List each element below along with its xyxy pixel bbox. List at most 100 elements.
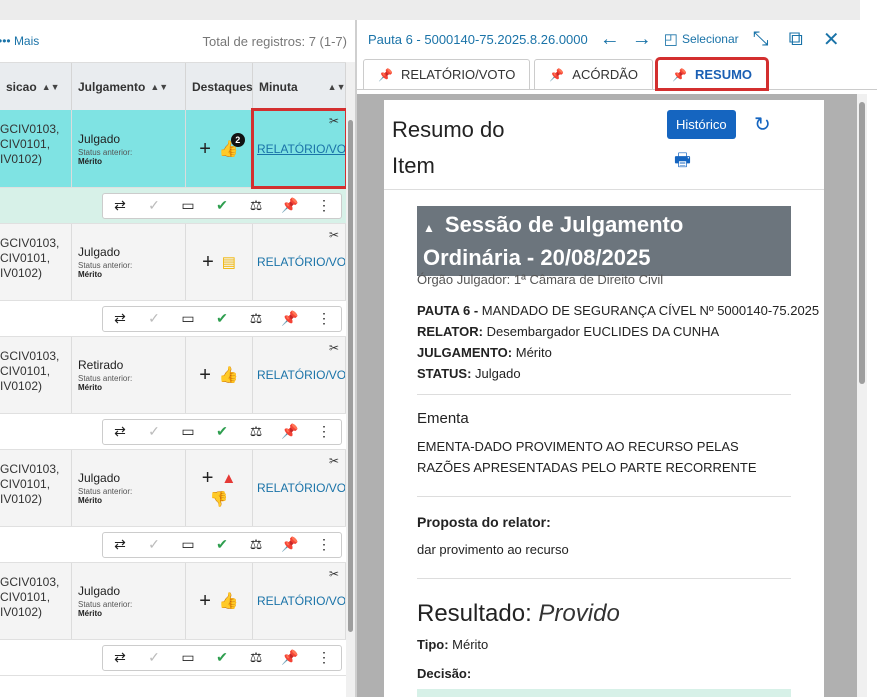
thumbs-down-icon[interactable]: 👎 xyxy=(186,490,252,508)
scrollbar-thumb[interactable] xyxy=(348,120,353,632)
scrollbar-thumb[interactable] xyxy=(859,102,865,384)
minuta-link-text[interactable]: RELATÓRIO/VOTO xyxy=(257,481,345,495)
monitor-icon[interactable]: ▭ xyxy=(171,423,205,440)
mais-link[interactable]: ••• Mais xyxy=(0,34,39,48)
col-header-posicao[interactable]: sicao ▲▼ xyxy=(0,63,72,110)
sort-icon[interactable]: ▲▼ xyxy=(150,82,168,92)
pin-icon[interactable]: 📌 xyxy=(273,310,307,327)
card-header: Resumo do Item Histórico ↻ 🖶 xyxy=(384,100,824,190)
sort-icon[interactable]: ▲▼ xyxy=(328,82,346,92)
relator-value: Desembargador EUCLIDES DA CUNHA xyxy=(486,324,720,339)
scissors-icon[interactable]: ✂ xyxy=(329,341,339,355)
scissors-icon[interactable]: ✂ xyxy=(329,228,339,242)
swap-icon[interactable]: ⇄ xyxy=(103,536,137,553)
swap-icon[interactable]: ⇄ xyxy=(103,197,137,214)
add-highlight-icon[interactable]: + xyxy=(202,468,214,488)
julgamento-value: Mérito xyxy=(515,345,552,360)
more-vertical-icon[interactable]: ⋮ xyxy=(307,649,341,666)
gavel-icon[interactable]: ⚖ xyxy=(239,649,273,666)
selecionar-button[interactable]: Selecionar xyxy=(682,32,739,46)
divider xyxy=(417,496,791,497)
refresh-icon[interactable]: ↻ xyxy=(754,112,771,137)
pin-icon[interactable]: 📌 xyxy=(273,197,307,214)
verified-icon[interactable]: ✔ xyxy=(205,423,239,440)
monitor-icon[interactable]: ▭ xyxy=(171,197,205,214)
print-icon[interactable]: 🖶 xyxy=(674,148,691,178)
expand-icon[interactable]: ⤡ xyxy=(753,28,769,51)
table-row[interactable]: GCIV0103, CIV0101, IV0102) Julgado Statu… xyxy=(0,450,346,527)
check-icon[interactable]: ✓ xyxy=(137,649,171,666)
scissors-icon[interactable]: ✂ xyxy=(329,567,339,581)
thumbs-up-icon[interactable]: 👍 xyxy=(219,591,239,611)
monitor-icon[interactable]: ▭ xyxy=(171,536,205,553)
check-icon[interactable]: ✓ xyxy=(137,197,171,214)
action-group: ⇄ ✓ ▭ ✔ ⚖ 📌 ⋮ xyxy=(102,305,342,332)
check-icon[interactable]: ✓ xyxy=(137,536,171,553)
select-icon[interactable]: ◰ xyxy=(664,30,678,48)
warning-icon[interactable]: ▲ xyxy=(221,470,236,487)
scissors-icon[interactable]: ✂ xyxy=(329,454,339,468)
more-vertical-icon[interactable]: ⋮ xyxy=(307,423,341,440)
table-row[interactable]: GCIV0103, CIV0101, IV0102) Julgado Statu… xyxy=(0,563,346,640)
pin-icon[interactable]: 📌 xyxy=(273,536,307,553)
minuta-link[interactable]: ✂ RELATÓRIO/VOTO xyxy=(253,450,346,526)
thumbs-up-icon[interactable]: 👍 xyxy=(219,365,239,385)
add-highlight-icon[interactable]: + xyxy=(199,365,211,385)
left-scrollbar[interactable] xyxy=(346,62,355,697)
minuta-link-text[interactable]: RELATÓRIO/VOTO xyxy=(257,255,345,269)
sort-icon[interactable]: ▲▼ xyxy=(42,82,60,92)
gavel-icon[interactable]: ⚖ xyxy=(239,197,273,214)
add-highlight-icon[interactable]: + xyxy=(202,252,214,272)
monitor-icon[interactable]: ▭ xyxy=(171,310,205,327)
scissors-icon[interactable]: ✂ xyxy=(329,114,339,128)
verified-icon[interactable]: ✔ xyxy=(205,649,239,666)
verified-icon[interactable]: ✔ xyxy=(205,310,239,327)
tab-acordao[interactable]: 📌 ACÓRDÃO xyxy=(534,59,654,89)
minuta-link-text[interactable]: RELATÓRIO/VOTO xyxy=(257,142,345,156)
monitor-icon[interactable]: ▭ xyxy=(171,649,205,666)
proposta-heading: Proposta do relator: xyxy=(417,514,551,530)
arrow-left-icon[interactable]: ← xyxy=(600,28,620,51)
table-row[interactable]: GCIV0103, CIV0101, IV0102) Julgado Statu… xyxy=(0,108,348,189)
table-row[interactable]: GCIV0103, CIV0101, IV0102) Retirado Stat… xyxy=(0,337,346,414)
table-body: GCIV0103, CIV0101, IV0102) Julgado Statu… xyxy=(0,108,348,676)
minuta-link[interactable]: ✂ RELATÓRIO/VOTO xyxy=(251,108,348,189)
more-vertical-icon[interactable]: ⋮ xyxy=(307,536,341,553)
minuta-link[interactable]: ✂ RELATÓRIO/VOTO xyxy=(253,337,346,413)
tab-resumo[interactable]: 📌 RESUMO xyxy=(655,57,770,91)
add-highlight-icon[interactable]: + xyxy=(199,591,211,611)
more-vertical-icon[interactable]: ⋮ xyxy=(307,310,341,327)
historico-button[interactable]: Histórico xyxy=(667,110,736,139)
col-header-destaques[interactable]: Destaques xyxy=(186,63,253,110)
verified-icon[interactable]: ✔ xyxy=(205,197,239,214)
minuta-link-text[interactable]: RELATÓRIO/VOTO xyxy=(257,594,345,608)
session-header[interactable]: ▲ Sessão de Julgamento Ordinária - 20/08/2… xyxy=(417,206,791,276)
open-external-icon[interactable]: ⧉ xyxy=(789,28,803,51)
minuta-link[interactable]: ✂ RELATÓRIO/VOTO xyxy=(253,563,346,639)
swap-icon[interactable]: ⇄ xyxy=(103,423,137,440)
tab-relatorio-voto[interactable]: 📌 RELATÓRIO/VOTO xyxy=(363,59,531,89)
gavel-icon[interactable]: ⚖ xyxy=(239,536,273,553)
minuta-link[interactable]: ✂ RELATÓRIO/VOTO xyxy=(253,224,346,300)
col-header-minuta[interactable]: Minuta ▲▼ xyxy=(253,63,346,110)
pin-icon[interactable]: 📌 xyxy=(273,423,307,440)
thumbs-up-icon[interactable]: 👍 2 xyxy=(219,132,245,159)
pin-icon[interactable]: 📌 xyxy=(273,649,307,666)
check-icon[interactable]: ✓ xyxy=(137,423,171,440)
right-scrollbar[interactable] xyxy=(857,94,867,697)
gavel-icon[interactable]: ⚖ xyxy=(239,423,273,440)
swap-icon[interactable]: ⇄ xyxy=(103,649,137,666)
add-highlight-icon[interactable]: + xyxy=(199,139,211,159)
minuta-link-text[interactable]: RELATÓRIO/VOTO xyxy=(257,368,345,382)
gavel-icon[interactable]: ⚖ xyxy=(239,310,273,327)
note-icon[interactable]: ▤ xyxy=(222,253,236,271)
position-cell: GCIV0103, CIV0101, IV0102) xyxy=(0,337,72,413)
col-header-julgamento[interactable]: Julgamento ▲▼ xyxy=(72,63,186,110)
table-row[interactable]: GCIV0103, CIV0101, IV0102) Julgado Statu… xyxy=(0,224,346,301)
check-icon[interactable]: ✓ xyxy=(137,310,171,327)
verified-icon[interactable]: ✔ xyxy=(205,536,239,553)
swap-icon[interactable]: ⇄ xyxy=(103,310,137,327)
arrow-right-icon[interactable]: → xyxy=(632,28,652,51)
close-icon[interactable]: ✕ xyxy=(823,27,840,52)
more-vertical-icon[interactable]: ⋮ xyxy=(307,197,341,214)
